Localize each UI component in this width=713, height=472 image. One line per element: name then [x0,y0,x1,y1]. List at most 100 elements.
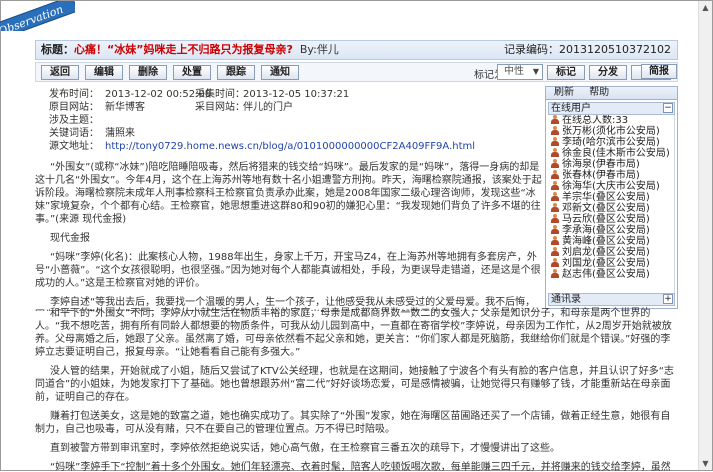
user-icon [551,181,559,190]
list-item[interactable]: 张万彬(须化市公安局) [548,126,674,137]
author-name: 伴儿 [316,43,339,56]
back-button[interactable]: 返回 [41,65,79,80]
user-icon [551,170,559,179]
address-book-header[interactable]: 通讯录 + [548,293,675,306]
user-icon [551,137,559,146]
user-icon [551,269,559,278]
user-name: 李琦(哈尔滨市公安局) [562,137,660,148]
record-label: 记录编码： [504,43,560,56]
collect-time-label: 采集时间： [195,89,245,100]
list-item[interactable]: 马云欣(叠区公安局) [548,214,674,225]
user-name: 徐海泉(伊春市局) [562,159,640,170]
publish-time-label: 发布时间： [49,89,99,100]
record-code: 2013120510372102 [559,43,671,56]
scroll-up-icon[interactable]: ▲ [699,1,712,14]
collect-time: 2013-12-05 10:37:21 [243,89,350,100]
user-name: 刘启龙(叠区公安局) [562,247,650,258]
keywords-label: 关键词语： [49,128,99,139]
list-item[interactable]: 徐海泉(伊春市局) [548,159,674,170]
article-paragraph: 直到被警方带到审讯室时，李婷依然拒绝说实话，她心高气傲，在王检察官三番五次的疏导… [50,443,560,454]
delete-button[interactable]: 删除 [129,65,167,80]
user-icon [551,258,559,267]
list-item[interactable]: 刘国龙(叠区公安局) [548,258,674,269]
online-users-list: 在线总人数:33 张万彬(须化市公安局) 李琦(哈尔滨市公安局) 徐金良(佳木斯… [548,115,675,295]
edit-button[interactable]: 编辑 [85,65,123,80]
distribute-button[interactable]: 分发 [589,65,627,80]
url-label: 源文地址： [49,141,99,152]
user-name: 羊宗华(叠区公安局) [562,192,650,203]
record-code-field: 记录编码：2013120510372102 [504,41,671,59]
user-name: 赵志伟(叠区公安局) [562,269,650,280]
user-name: 张万彬(须化市公安局) [562,126,660,137]
list-item[interactable]: 羊宗华(叠区公安局) [548,192,674,203]
refresh-tab[interactable]: 刷新 [550,87,578,99]
user-name: 张春林(伊春市局) [562,170,640,181]
user-icon [551,159,559,168]
online-users-panel: 刷新 帮助 在线用户 − 在线总人数:33 张万彬(须化市公安局) 李琦(哈尔滨… [545,86,678,309]
article-paragraph: “妈咪”李婷手下“控制”着十多个外围女。她们年轻漂亮、衣着时髦，陪客人吃顿饭喝次… [50,462,671,472]
scroll-down-icon[interactable]: ▼ [699,457,712,470]
panel-tabs: 刷新 帮助 [546,87,677,100]
article-paragraph: 和平下的“外围女”不同，李婷从小就生活在物质丰裕的家庭，母亲是成都商界数一数二的… [35,308,672,358]
chevron-down-icon: ▼ [532,67,539,76]
list-item[interactable]: 赵志伟(叠区公安局) [548,269,674,280]
list-item[interactable]: 邓新文(叠区公安局) [548,203,674,214]
article-source: 现代金报 [50,233,90,244]
user-icon [551,225,559,234]
online-count: 在线总人数:33 [548,115,674,126]
observation-ribbon: Observation [0,1,75,31]
collapse-icon[interactable]: − [663,103,673,113]
list-item[interactable]: 徐海华(大庆市公安局) [548,181,674,192]
topic-label: 涉及主题： [49,115,99,126]
user-icon [551,203,559,212]
meta-info: 发布时间： 2013-12-02 00:52:00 采集时间： 2013-12-… [35,86,543,156]
article-paragraph: “妈咪”李婷(化名)：此案核心人物，1988年出生，身家上千万，开宝马Z4，在上… [35,252,541,289]
list-item[interactable]: 黄海峰(叠区公安局) [548,236,674,247]
list-item[interactable]: 李琦(哈尔滨市公安局) [548,137,674,148]
user-icon [551,148,559,157]
action-toolbar: 返回 编辑 删除 处置 跟踪 通知 标记为: 中性▼ 标记 分发 上报 [35,62,678,82]
notify-button[interactable]: 通知 [261,65,299,80]
article-paragraph: 赚着打包送美女，这是她的致富之道，她也确实成功了。其实除了“外围”发家，她在海曙… [35,411,671,435]
list-item[interactable]: 李承海(叠区公安局) [548,225,674,236]
collect-site-label: 采目网站： [195,102,245,113]
mark-select-value: 中性 [504,66,524,77]
user-icon [551,126,559,135]
window: Observation 标题：心痛！“冰妹”妈咪走上不归路只为报复母亲? By:… [0,0,713,472]
user-name: 徐海华(大庆市公安局) [562,181,660,192]
mark-select[interactable]: 中性 ▼ [497,64,543,80]
list-item[interactable]: 张春林(伊春市局) [548,170,674,181]
list-item[interactable]: 徐金良(佳木斯市公安局) [548,148,674,159]
keywords-value: 蒲照来 [105,128,135,139]
ribbon-label: Observation [0,1,75,31]
title-label: 标题： [41,43,74,56]
user-icon [551,214,559,223]
brief-button[interactable]: 简报 [641,64,677,79]
window-scrollbar[interactable]: ▲ ▼ [698,1,712,470]
online-count-text: 在线总人数:33 [562,115,629,126]
list-item[interactable]: 刘启龙(叠区公安局) [548,247,674,258]
help-tab[interactable]: 帮助 [585,87,613,99]
online-users-label: 在线用户 [551,103,591,114]
address-book-label: 通讯录 [551,294,581,305]
track-button[interactable]: 跟踪 [217,65,255,80]
online-users-header[interactable]: 在线用户 − [548,102,675,115]
user-icon [551,192,559,201]
user-name: 邓新文(叠区公安局) [562,203,650,214]
source-url-link[interactable]: http://tony0729.home.news.cn/blog/a/0101… [105,141,475,153]
dispose-button[interactable]: 处置 [173,65,211,80]
by-label: By: [299,43,317,56]
user-name: 黄海峰(叠区公安局) [562,236,650,247]
user-icon [551,115,559,124]
expand-icon[interactable]: + [663,294,673,304]
source-label: 原目网站： [49,102,99,113]
collect-site: 伴儿的门户 [243,102,293,113]
user-name: 李承海(叠区公安局) [562,225,650,236]
article-body-top: “外围女”(或称“冰妹”)陪吃陪睡陪吸毒，然后将猎来的钱交给“妈咪”。最后发家的… [35,161,543,311]
source-site: 新华博客 [105,102,145,113]
article-body-bottom: 和平下的“外围女”不同，李婷从小就生活在物质丰裕的家庭，母亲是成都商界数一数二的… [35,307,678,472]
mark-button[interactable]: 标记 [547,65,585,80]
user-name: 刘国龙(叠区公安局) [562,258,650,269]
article-paragraph: “外围女”(或称“冰妹”)陪吃陪睡陪吸毒，然后将猎来的钱交给“妈咪”。最后发家的… [35,162,542,225]
article-paragraph: 没人管的结果，开始就成了小姐，随后又尝试了KTV公关经理，也就是在这期间，她接触… [35,366,674,403]
